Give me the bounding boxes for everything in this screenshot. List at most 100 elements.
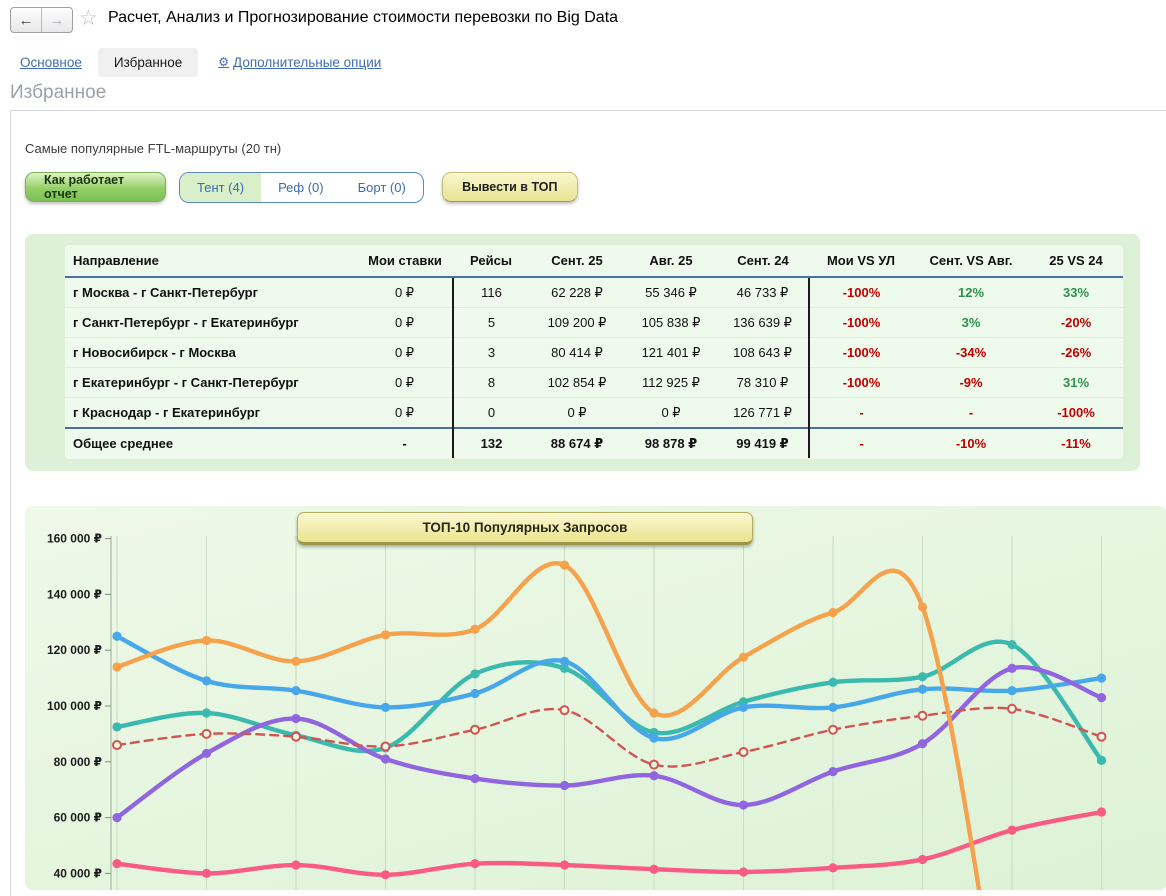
cell: 0 ₽ [357, 337, 453, 368]
body-type-segmented-control: Тент (4) Реф (0) Борт (0) [179, 172, 424, 203]
back-arrow-icon: ← [18, 11, 34, 29]
chart-y-axis: 40 000 ₽ 60 000 ₽ 80 000 ₽ 100 000 ₽ 120 000… [47, 532, 112, 890]
table-row[interactable]: г Екатеринбург - г Санкт-Петербург 0 ₽8 10… [65, 367, 1123, 398]
report-subtitle: Самые популярные FTL-маршруты (20 тн) [25, 141, 282, 156]
tab-favorites[interactable]: Избранное [97, 47, 199, 77]
table-header-row: Направление Мои ставки Рейсы Сент. 25 Авг. 2… [65, 245, 1123, 278]
table-total-row[interactable]: Общее среднее -132 88 674 ₽98 878 ₽99 419 … [65, 427, 1123, 458]
cell: г Москва - г Санкт-Петербург [73, 285, 259, 300]
cell: 116 [452, 277, 529, 308]
tab-main[interactable]: Основное [20, 55, 82, 70]
cell: 33% [1062, 285, 1090, 300]
cell: 99 419 ₽ [717, 427, 809, 458]
toolbar: Как работает отчет Тент (4) Реф (0) Борт (… [25, 172, 578, 208]
cell: 0 ₽ [625, 397, 717, 428]
cell: -26% [1029, 337, 1123, 368]
cell: 80 414 ₽ [529, 337, 625, 368]
table-body: г Москва - г Санкт-Петербург 0 ₽116 62 228… [65, 277, 1123, 458]
cell: -10% [913, 427, 1029, 458]
cell: -100% [808, 277, 913, 308]
chart-gridlines [116, 536, 1102, 890]
additional-options-label: Дополнительные опции [233, 54, 382, 70]
column-header-1: Мои ставки [357, 245, 453, 278]
cell: 55 346 ₽ [645, 284, 697, 300]
top-bar: ← → ☆ Расчет, Анализ и Прогнозирование с… [0, 0, 1166, 42]
y-tick-label: 100 000 ₽ [47, 699, 102, 713]
content-panel: Самые популярные FTL-маршруты (20 тн) Ка… [10, 110, 1166, 896]
page-title: Избранное [10, 82, 107, 103]
gear-icon: ⚙ [218, 55, 230, 69]
cell: г Краснодар - г Екатеринбург [65, 397, 357, 428]
cell: 132 [452, 427, 529, 458]
cell: 78 310 ₽ [717, 367, 809, 398]
column-header-2: Рейсы [453, 245, 529, 278]
segment-option-1[interactable]: Реф (0) [261, 173, 341, 202]
column-header-5: Сент. 24 [717, 245, 809, 278]
column-header-4: Авг. 25 [625, 245, 717, 278]
cell: 0 ₽ [357, 307, 453, 338]
cell: - [808, 397, 913, 428]
y-tick-label: 80 000 ₽ [54, 755, 102, 769]
column-header-6: Мои VS УЛ [809, 245, 913, 278]
y-tick-label: 160 000 ₽ [47, 532, 102, 546]
app-window: ← → ☆ Расчет, Анализ и Прогнозирование с… [0, 0, 1166, 896]
pink-line [112, 807, 1107, 880]
forward-button[interactable]: → [41, 8, 72, 32]
cell: 121 401 ₽ [625, 337, 717, 368]
cell: -9% [913, 367, 1029, 398]
cell: 62 228 ₽ [551, 284, 603, 300]
cell: 31% [1029, 367, 1123, 398]
cell: 105 838 ₽ [625, 307, 717, 338]
cell: -100% [808, 367, 913, 398]
cell: 112 925 ₽ [625, 367, 717, 398]
cell: г Санкт-Петербург - г Екатеринбург [65, 307, 357, 338]
cell: 3% [913, 307, 1029, 338]
show-in-top-button[interactable]: Вывести в ТОП [441, 172, 578, 202]
chart-panel: 40 000 ₽ 60 000 ₽ 80 000 ₽ 100 000 ₽ 120 000… [25, 506, 1166, 890]
segment-option-2[interactable]: Борт (0) [341, 173, 423, 202]
routes-table-panel: Направление Мои ставки Рейсы Сент. 25 Авг. 2… [25, 234, 1140, 471]
favorite-star-icon[interactable]: ☆ [79, 6, 98, 32]
cell: г Екатеринбург - г Санкт-Петербург [65, 367, 357, 398]
cell: - [808, 427, 913, 458]
table-row[interactable]: г Краснодар - г Екатеринбург 0 ₽0 0 ₽0 ₽12… [65, 397, 1123, 428]
routes-table: Направление Мои ставки Рейсы Сент. 25 Авг. 2… [65, 245, 1123, 458]
table-row[interactable]: г Новосибирск - г Москва 0 ₽3 80 414 ₽121 … [65, 337, 1123, 368]
column-header-0: Направление [65, 245, 357, 278]
cell: -100% [1029, 397, 1123, 428]
y-tick-label: 120 000 ₽ [47, 643, 102, 657]
nav-history-buttons: ← → [10, 7, 73, 33]
chart-title-badge[interactable]: ТОП-10 Популярных Запросов [297, 512, 753, 545]
back-button[interactable]: ← [11, 8, 41, 32]
cell: 3 [452, 337, 529, 368]
table-row[interactable]: г Москва - г Санкт-Петербург 0 ₽ 116 62 228… [65, 277, 1123, 308]
routes-table-container: Направление Мои ставки Рейсы Сент. 25 Авг. 2… [65, 245, 1123, 459]
cell: 136 639 ₽ [717, 307, 809, 338]
window-title: Расчет, Анализ и Прогнозирование стоимос… [108, 9, 619, 26]
forward-arrow-icon: → [49, 11, 65, 29]
cell: 0 [452, 397, 529, 428]
y-tick-label: 40 000 ₽ [54, 866, 102, 880]
how-report-works-button[interactable]: Как работает отчет [25, 172, 166, 202]
cell: -100% [808, 337, 913, 368]
cell: 0 ₽ [529, 397, 625, 428]
cell: г Новосибирск - г Москва [65, 337, 357, 368]
table-row[interactable]: г Санкт-Петербург - г Екатеринбург 0 ₽5 10… [65, 307, 1123, 338]
tab-bar: Основное Избранное ⚙ Дополнительные опци… [0, 46, 1166, 78]
cell: 108 643 ₽ [717, 337, 809, 368]
cell: 12% [957, 285, 985, 300]
y-tick-label: 60 000 ₽ [54, 811, 102, 825]
cell: 0 ₽ [357, 367, 453, 398]
cell: -11% [1029, 427, 1123, 458]
segment-option-0[interactable]: Тент (4) [180, 173, 262, 202]
tab-additional-options[interactable]: ⚙ Дополнительные опции [218, 55, 381, 70]
cell: Общее среднее [65, 427, 357, 458]
cell: 46 733 ₽ [736, 284, 789, 300]
cell: 5 [452, 307, 529, 338]
cell: - [357, 427, 453, 458]
orange-line [112, 560, 982, 890]
cell: -34% [913, 337, 1029, 368]
column-header-7: Сент. VS Авг. [913, 245, 1029, 278]
cell: 8 [452, 367, 529, 398]
cell: - [913, 397, 1029, 428]
